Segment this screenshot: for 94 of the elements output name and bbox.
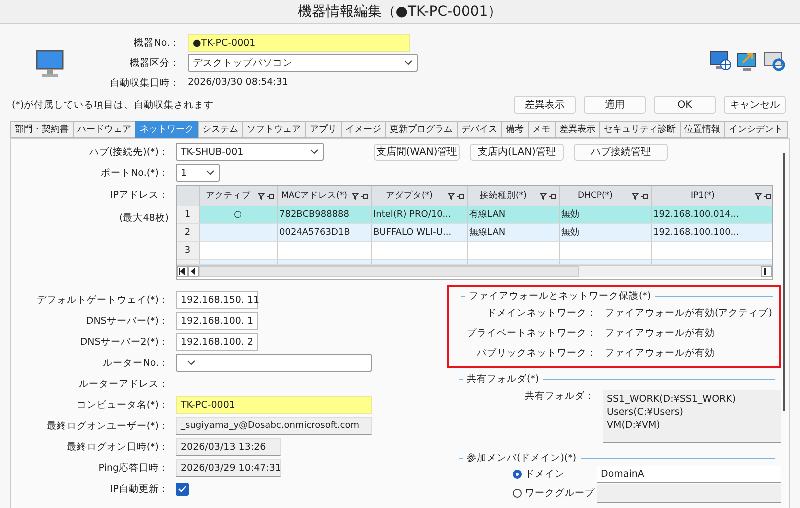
readonly-field: _sugiyama_y@Dosabc.onmicrosoft.com bbox=[176, 417, 372, 435]
table-cell: 有線LAN bbox=[467, 206, 559, 224]
shared-folder-list: SS1_WORK(D:¥SS1_WORK) Users(C:¥Users) VM(D:¥VM) bbox=[603, 390, 781, 443]
tab[interactable]: システム bbox=[198, 121, 242, 138]
action-button[interactable]: キャンセル bbox=[724, 96, 786, 114]
column-title: アダプタ(*) bbox=[385, 190, 434, 202]
field-label: 最終ログオン日時(*)： bbox=[66, 440, 170, 454]
field-label: DNSサーバー2(*)： bbox=[79, 336, 170, 348]
computer-name-field[interactable]: TK-PC-0001 bbox=[176, 396, 372, 414]
tab[interactable]: 備考 bbox=[501, 121, 528, 138]
table-cell: 無線LAN bbox=[467, 224, 559, 242]
readonly-field: 2026/03/29 10:47:31 bbox=[176, 459, 281, 477]
tab[interactable]: 位置情報 bbox=[680, 121, 724, 138]
column-header[interactable]: MACアドレス(*) bbox=[277, 186, 371, 206]
field-label: 共有フォルダ： bbox=[524, 390, 596, 403]
field-label: IPアドレス： bbox=[110, 189, 169, 202]
tab[interactable]: イメージ bbox=[340, 121, 386, 138]
window-title: 機器情報編集（●TK-PC-0001） bbox=[298, 2, 502, 20]
hub-select[interactable]: TK-SHUB-001 bbox=[176, 143, 324, 161]
row-number: 1 bbox=[177, 206, 199, 224]
manage-button[interactable]: 支店間(WAN)管理 bbox=[374, 144, 460, 160]
field-label: ドメインネットワーク： bbox=[486, 306, 598, 320]
tab[interactable]: ソフトウェア bbox=[242, 121, 305, 138]
table-cell: ○ bbox=[199, 206, 277, 224]
column-title: DHCP(*) bbox=[577, 191, 614, 201]
field-label: ルーターNo.： bbox=[102, 356, 170, 370]
table-cell: BUFFALO WLI-U... bbox=[371, 224, 467, 242]
port-select[interactable]: 1 bbox=[176, 164, 220, 182]
tab[interactable]: アプリ bbox=[304, 121, 341, 138]
field-label: プライベートネットワーク： bbox=[466, 326, 598, 340]
tab[interactable]: メモ bbox=[528, 121, 555, 138]
field-label: ポートNo.(*)： bbox=[100, 166, 170, 180]
radio-button[interactable]: ワークグループ bbox=[447, 487, 597, 500]
field-value: ファイアウォールが有効 bbox=[605, 326, 715, 340]
tab[interactable]: 更新プログラム bbox=[385, 121, 457, 138]
tab[interactable]: 部門・契約書 bbox=[10, 121, 73, 138]
auto-collect-note: (*)が付属している項目は、自動収集されます bbox=[12, 98, 214, 112]
table-cell: 無効 bbox=[559, 206, 651, 224]
field-label: DNSサーバー(*)： bbox=[85, 314, 170, 328]
field-label: ルーターアドレス： bbox=[78, 378, 170, 390]
radio-button[interactable]: ドメイン bbox=[447, 468, 597, 481]
column-title: 接続種別(*) bbox=[479, 190, 528, 202]
group-title: 参加メンバ(ドメイン)(*) bbox=[467, 452, 577, 464]
field-value: 2026/03/30 08:54:31 bbox=[188, 76, 290, 90]
field-label: コンピュータ名(*)： bbox=[76, 398, 170, 412]
field-label: 自動収集日時： bbox=[109, 76, 180, 90]
table-cell: 192.168.100.100... bbox=[651, 224, 772, 242]
field-label: パブリックネットワーク： bbox=[476, 346, 598, 360]
tab[interactable]: 差異表示 bbox=[554, 121, 600, 138]
address-field[interactable]: 192.168.150. 11 bbox=[176, 291, 258, 309]
device-number-field[interactable]: ●TK-PC-0001 bbox=[188, 34, 410, 52]
group-title: ファイアウォールとネットワーク保護(*) bbox=[469, 290, 652, 302]
field-note: (最大48枚) bbox=[119, 212, 169, 225]
field-label: 機器区分： bbox=[129, 56, 180, 70]
grid-row[interactable]: 2 0024A5763D1B BUFFALO WLI-U... 無線LAN 無効 192.168.100.100... bbox=[177, 224, 772, 242]
column-header[interactable]: DHCP(*) bbox=[559, 186, 651, 206]
column-header[interactable]: アダプタ(*) bbox=[371, 186, 467, 206]
domain-field[interactable]: DomainA bbox=[597, 466, 781, 483]
column-title: MACアドレス(*) bbox=[280, 190, 348, 202]
address-field[interactable]: 192.168.100. 1 bbox=[176, 312, 258, 330]
table-cell: 782BCB988888 bbox=[277, 206, 371, 224]
field-label: Ping応答日時： bbox=[98, 462, 170, 474]
tab[interactable]: デバイス bbox=[456, 121, 502, 138]
field-label: IP自動更新： bbox=[109, 482, 170, 496]
tab[interactable]: ハードウェア bbox=[72, 121, 136, 138]
table-cell: 無効 bbox=[559, 224, 651, 242]
table-cell: 192.168.100.014... bbox=[651, 206, 772, 224]
column-title: アクティブ bbox=[205, 190, 252, 202]
action-button[interactable]: 差異表示 bbox=[514, 96, 576, 114]
column-header[interactable]: IP1(*) bbox=[651, 186, 772, 206]
action-button[interactable]: OK bbox=[654, 96, 716, 114]
column-title: IP1(*) bbox=[690, 191, 716, 201]
device-type-select[interactable]: デスクトップパソコン bbox=[188, 54, 418, 72]
table-cell: 0024A5763D1B bbox=[277, 224, 371, 242]
table-cell: Intel(R) PRO/10... bbox=[371, 206, 467, 224]
field-label: ハブ(接続先)(*)： bbox=[88, 146, 170, 158]
field-value: ファイアウォールが有効 bbox=[605, 346, 715, 360]
group-title: 共有フォルダ(*) bbox=[467, 372, 540, 386]
action-button[interactable]: 適用 bbox=[584, 96, 646, 114]
tab[interactable]: インシデント bbox=[724, 121, 788, 138]
tab[interactable]: セキュリティ診断 bbox=[599, 121, 680, 138]
address-field[interactable]: 192.168.100. 2 bbox=[176, 333, 258, 351]
field-label: 最終ログオンユーザー(*)： bbox=[46, 420, 170, 432]
field-value: ファイアウォールが有効(アクティブ) bbox=[605, 306, 772, 320]
grid-row[interactable]: 1 ○ 782BCB988888 Intel(R) PRO/10... 有線LAN 無効 192.168.100.014... bbox=[177, 206, 772, 224]
manage-button[interactable]: ハブ接続管理 bbox=[574, 144, 668, 160]
field-label: 機器No.： bbox=[133, 36, 180, 50]
readonly-field: 2026/03/13 13:26 bbox=[176, 438, 281, 456]
row-number: 3 bbox=[177, 242, 199, 260]
field-label: デフォルトゲートウェイ(*)： bbox=[36, 294, 170, 306]
column-header[interactable]: アクティブ bbox=[199, 186, 277, 206]
column-header[interactable]: 接続種別(*) bbox=[467, 186, 559, 206]
manage-button[interactable]: 支店内(LAN)管理 bbox=[470, 144, 564, 160]
row-number: 2 bbox=[177, 224, 199, 242]
